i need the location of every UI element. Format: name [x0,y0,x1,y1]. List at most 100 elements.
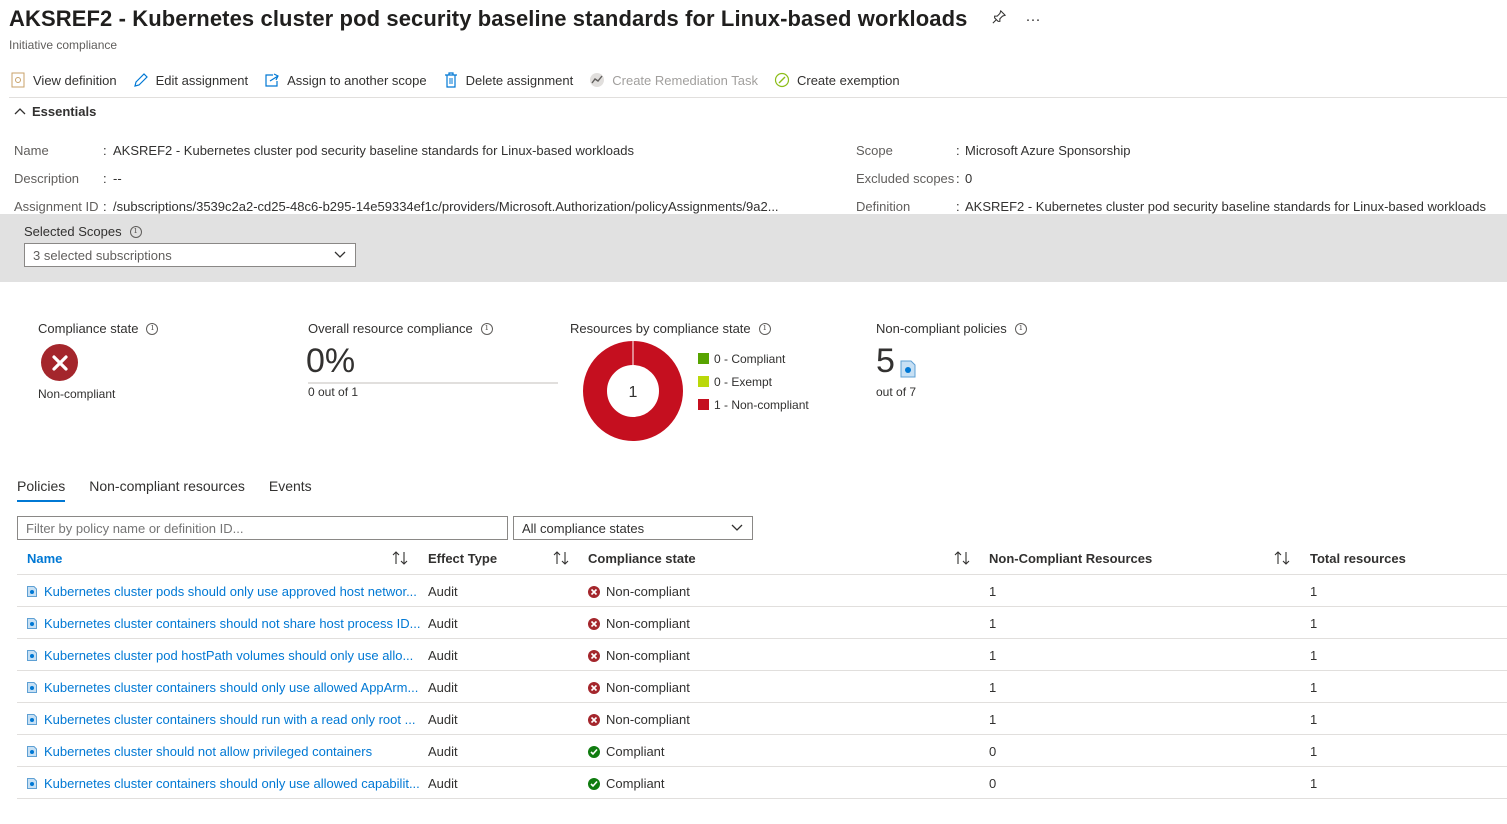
policy-name: Kubernetes cluster pods should only use … [44,584,417,599]
column-header-name[interactable]: Name [27,551,62,566]
policy-link[interactable]: Kubernetes cluster containers should onl… [27,776,420,791]
selected-scopes-label: Selected Scopes i [24,224,142,239]
compliance-state-dropdown[interactable]: All compliance states [513,516,753,540]
tab-events[interactable]: Events [269,478,312,502]
policy-icon [900,360,916,381]
compliance-state-text: Non-compliant [606,648,690,663]
table-header: Name Effect Type Compliance state Non-Co… [17,543,1507,575]
pencil-icon [133,72,149,88]
chevron-up-icon [14,107,26,114]
essentials-row-name: Name : AKSREF2 - Kubernetes cluster pod … [14,142,634,158]
total-count: 1 [1310,680,1318,695]
compliance-state-text: Compliant [606,776,665,791]
compliance-state-cell: Compliant [588,744,665,759]
info-icon[interactable]: i [146,322,159,335]
table-row[interactable]: Kubernetes cluster should not allow priv… [17,735,1507,767]
effect-type: Audit [428,744,458,759]
compliance-state-cell: Non-compliant [588,616,690,631]
table-row[interactable]: Kubernetes cluster pod hostPath volumes … [17,639,1507,671]
policy-icon [27,586,37,597]
view-definition-button[interactable]: View definition [10,72,117,88]
compliance-state-cell: Non-compliant [588,712,690,727]
info-icon[interactable]: i [1014,322,1027,335]
donut-label: Resources by compliance state i [570,321,771,336]
table-row[interactable]: Kubernetes cluster containers should run… [17,703,1507,735]
essentials-toggle[interactable]: Essentials [14,104,96,119]
compliance-state-text: Non-compliant [606,680,690,695]
tab-noncompliant-resources[interactable]: Non-compliant resources [89,478,245,502]
legend-swatch [698,376,709,387]
compliance-progress-bar [308,382,558,384]
sort-icon[interactable] [552,550,570,569]
compliance-state-cell: Non-compliant [588,648,690,663]
sort-icon[interactable] [1273,550,1291,569]
column-header-total[interactable]: Total resources [1310,551,1406,566]
create-exemption-button[interactable]: Create exemption [774,72,900,88]
delete-assignment-button[interactable]: Delete assignment [443,72,573,88]
table-row[interactable]: Kubernetes cluster containers should not… [17,607,1507,639]
tab-policies[interactable]: Policies [17,478,66,502]
total-count: 1 [1310,584,1318,599]
page-header: AKSREF2 - Kubernetes cluster pod securit… [9,6,1041,32]
toolbar-divider [9,97,1507,98]
exemption-icon [774,72,790,88]
noncompliant-count: 1 [989,680,997,695]
column-header-effect[interactable]: Effect Type [428,551,497,566]
error-icon [41,344,78,381]
scope-dropdown[interactable]: 3 selected subscriptions [24,243,356,267]
legend-item-exempt[interactable]: 0 - Exempt [698,370,809,393]
noncompliant-policies-value: 5 [876,342,895,380]
policy-link[interactable]: Kubernetes cluster should not allow priv… [27,744,372,759]
pin-icon[interactable] [992,9,1006,28]
info-icon[interactable]: i [129,225,142,238]
total-count: 1 [1310,744,1318,759]
compliance-state-cell: Compliant [588,776,665,791]
compliance-donut-chart[interactable]: 1 [581,339,685,443]
policy-name: Kubernetes cluster containers should run… [44,712,416,727]
table-row[interactable]: Kubernetes cluster containers should onl… [17,767,1507,799]
legend-item-compliant[interactable]: 0 - Compliant [698,347,809,370]
donut-legend: 0 - Compliant 0 - Exempt 1 - Non-complia… [698,347,809,416]
donut-center-value: 1 [629,384,638,401]
policy-link[interactable]: Kubernetes cluster pods should only use … [27,584,417,599]
table-row[interactable]: Kubernetes cluster pods should only use … [17,575,1507,607]
legend-item-noncompliant[interactable]: 1 - Non-compliant [698,393,809,416]
table-row[interactable]: Kubernetes cluster containers should onl… [17,671,1507,703]
check-icon [588,777,600,790]
policy-icon [27,650,37,661]
policy-name: Kubernetes cluster containers should not… [44,616,421,631]
page-subtitle: Initiative compliance [9,38,118,52]
edit-assignment-button[interactable]: Edit assignment [133,72,248,88]
compliance-state-cell: Non-compliant [588,680,690,695]
total-count: 1 [1310,776,1318,791]
sort-icon[interactable] [953,550,971,569]
policy-link[interactable]: Kubernetes cluster containers should not… [27,616,420,631]
noncompliant-policies-label: Non-compliant policies i [876,321,1027,336]
noncompliant-policies-sub: out of 7 [876,385,917,399]
error-icon [588,617,600,630]
policy-name: Kubernetes cluster should not allow priv… [44,744,373,759]
check-icon [588,745,600,758]
error-icon [588,681,600,694]
policy-search-input[interactable] [17,516,508,540]
page-title: AKSREF2 - Kubernetes cluster pod securit… [9,6,968,31]
policy-icon [27,682,37,693]
policy-link[interactable]: Kubernetes cluster containers should run… [27,712,415,727]
assign-scope-button[interactable]: Assign to another scope [264,72,427,88]
create-remediation-button[interactable]: Create Remediation Task [589,72,758,88]
info-icon[interactable]: i [758,322,771,335]
policy-link[interactable]: Kubernetes cluster containers should onl… [27,680,418,695]
policy-name: Kubernetes cluster containers should onl… [44,776,420,791]
info-icon[interactable]: i [480,322,493,335]
more-options-icon[interactable]: ··· [1026,11,1041,28]
compliance-state-text: Compliant [606,744,665,759]
column-header-state[interactable]: Compliance state [588,551,696,566]
export-icon [264,72,280,88]
total-count: 1 [1310,648,1318,663]
table-body: Kubernetes cluster pods should only use … [17,575,1507,799]
overall-compliance-sub: 0 out of 1 [308,385,359,399]
policy-name: Kubernetes cluster containers should onl… [44,680,419,695]
column-header-noncompliant[interactable]: Non-Compliant Resources [989,551,1152,566]
sort-icon[interactable] [391,550,409,569]
policy-link[interactable]: Kubernetes cluster pod hostPath volumes … [27,648,413,663]
